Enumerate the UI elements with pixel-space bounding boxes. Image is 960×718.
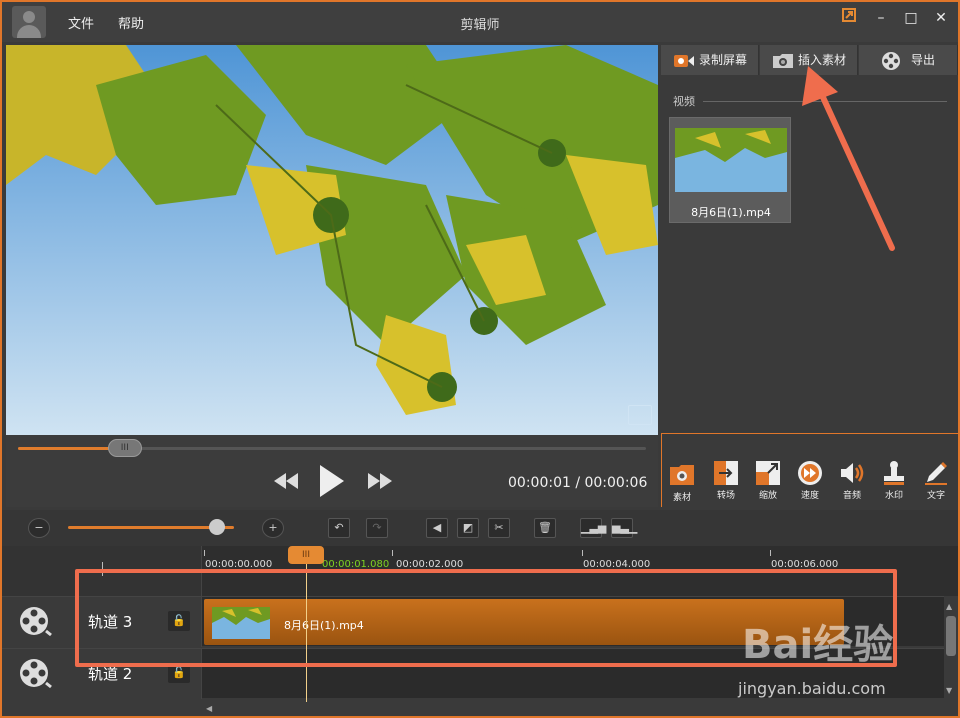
record-camera-icon [673,51,695,69]
text-tool[interactable]: 文字 [916,460,956,506]
text-tool-label: 文字 [926,491,945,501]
record-screen-label: 录制屏幕 [699,53,748,67]
audio-icon [839,460,865,486]
volume-icon[interactable]: ◀ [426,518,448,538]
speed-tool[interactable]: 速度 [790,460,830,506]
video-preview[interactable] [6,45,658,435]
timeline-horizontal-scrollbar[interactable]: ◀ [202,702,944,716]
timeline-zoom-knob[interactable] [209,519,226,535]
speed-tool-label: 速度 [800,491,819,501]
playback-progress-bar[interactable]: III [18,439,646,457]
camera-folder-icon [772,51,794,69]
minimize-icon[interactable]: – [870,8,892,28]
maximize-icon[interactable]: □ [900,8,922,28]
audio-levels-down-icon[interactable]: ▅▃▁ [611,518,637,538]
speed-icon [797,460,823,486]
material-tool[interactable]: 素材 [664,462,700,508]
transition-tool-label: 转场 [716,491,735,501]
timeline-vertical-scrollbar[interactable]: ▲ ▼ [944,598,958,702]
material-icon [669,462,695,488]
app-title: 剪辑师 [460,18,500,33]
zoom-tool[interactable]: 缩放 [748,460,788,506]
undo-icon[interactable]: ↶ [328,518,350,538]
editor-window: 文件 帮助 剪辑师 – □ ✕ III 00:00:01 / 00:00:06 … [0,0,960,718]
timecode: 00:00:01 / 00:00:06 [508,475,648,491]
transition-tool[interactable]: 转场 [706,460,746,506]
audio-tool-label: 音频 [842,491,861,501]
watermark-tool-label: 水印 [884,491,903,501]
fullscreen-fit-icon[interactable] [628,405,652,425]
record-screen-button[interactable]: 录制屏幕 [661,45,759,75]
audio-levels-icon[interactable]: ▁▃▅ [580,518,606,538]
transition-icon [713,460,739,486]
export-label: 导出 [911,53,936,67]
title-bar: 文件 帮助 剪辑师 – □ ✕ [2,2,958,42]
media-item-name: 8月6日(1).mp4 [691,206,771,219]
audio-tool[interactable]: 音频 [832,460,872,506]
baidu-watermark-url: jingyan.baidu.com [738,679,886,698]
film-reel-icon [18,605,52,639]
video-section-label: 视频 [673,95,695,108]
text-pen-icon [923,460,949,486]
delete-icon[interactable]: 🗑 [534,518,556,538]
media-item[interactable]: 8月6日(1).mp4 [669,117,791,223]
media-thumbnail [675,128,787,192]
zoom-tool-label: 缩放 [758,491,777,501]
close-icon[interactable]: ✕ [930,8,952,28]
baidu-watermark-logo: Bai经验 [742,622,894,668]
preview-frame-image [6,45,658,435]
playback-controls: III 00:00:01 / 00:00:06 [6,435,658,507]
zoom-scale-icon [755,460,781,486]
zoom-out-icon[interactable]: − [28,518,50,538]
mini-mode-icon[interactable] [838,8,860,28]
material-tool-label: 素材 [672,493,691,503]
redo-icon[interactable]: ↷ [366,518,388,538]
progress-knob[interactable]: III [107,439,142,457]
watermark-stamp-icon [881,460,907,486]
playhead-handle[interactable]: III [288,546,324,564]
tool-bar: 素材 转场 缩放 速度 音频 水印 文字 [661,433,958,507]
split-scissors-icon[interactable]: ✂ [488,518,510,538]
fast-forward-icon[interactable] [368,473,392,493]
timeline-toolbar: − + ↶ ↷ ◀ ◩ ✂ 🗑 ▁▃▅ ▅▃▁ [2,510,958,546]
play-icon[interactable] [320,465,344,501]
crop-icon[interactable]: ◩ [457,518,479,538]
zoom-in-icon[interactable]: + [262,518,284,538]
rewind-icon[interactable] [274,473,298,493]
annotation-arrow [802,66,895,251]
watermark-tool[interactable]: 水印 [874,460,914,506]
film-reel-icon [18,657,52,691]
